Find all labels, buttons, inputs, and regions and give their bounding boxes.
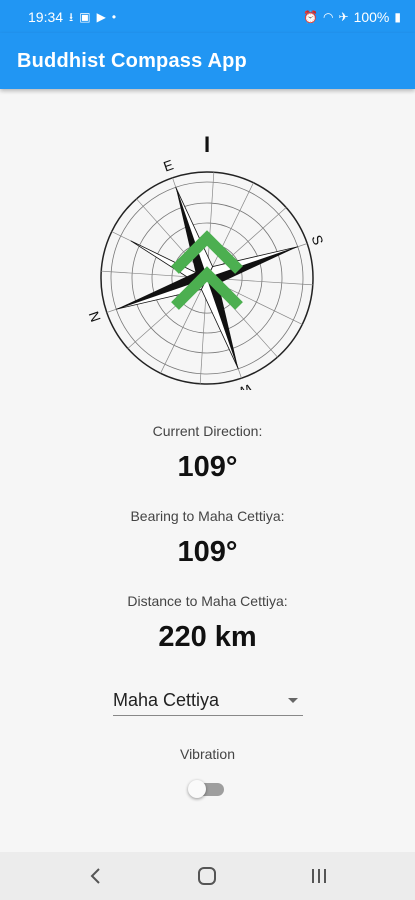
destination-dropdown[interactable]: Maha Cettiya xyxy=(113,686,303,716)
app-title: Buddhist Compass App xyxy=(17,49,247,72)
image-icon: ▣ xyxy=(79,9,91,24)
cardinal-north: N xyxy=(85,309,103,324)
distance-label: Distance to Maha Cettiya: xyxy=(127,593,288,609)
status-bar: 19:34 ⭳ ▣ ▶ • ⏰ ◠ ✈ 100% ▮ xyxy=(0,0,415,33)
toggle-thumb xyxy=(188,780,206,798)
compass-dial: N E S W xyxy=(85,156,327,390)
home-button[interactable] xyxy=(187,856,227,896)
status-right: ⏰ ◠ ✈ 100% ▮ xyxy=(303,9,401,25)
system-nav-bar xyxy=(0,852,415,900)
dropdown-arrow-icon xyxy=(288,698,298,703)
current-direction-label: Current Direction: xyxy=(152,423,263,439)
dot-icon: • xyxy=(111,9,117,24)
back-button[interactable] xyxy=(76,856,116,896)
bearing-label: Bearing to Maha Cettiya: xyxy=(130,508,285,524)
wifi-icon: ◠ xyxy=(323,9,334,24)
vibration-label: Vibration xyxy=(179,746,235,762)
status-left: 19:34 ⭳ ▣ ▶ • xyxy=(28,9,116,25)
airplane-icon: ✈ xyxy=(338,9,349,24)
usb-icon: ⭳ xyxy=(69,9,74,24)
recents-icon xyxy=(312,869,327,883)
back-icon xyxy=(90,868,100,884)
cardinal-south: S xyxy=(309,233,327,247)
app-bar: Buddhist Compass App xyxy=(0,33,415,89)
battery-icon: ▮ xyxy=(394,9,401,24)
compass-rose: I N E S xyxy=(85,132,327,390)
cardinal-east: E xyxy=(161,156,175,174)
destination-selected: Maha Cettiya xyxy=(113,690,220,710)
battery-level: 100% xyxy=(353,8,390,25)
alarm-icon: ⏰ xyxy=(303,9,319,24)
compass-top-marker: I xyxy=(204,132,210,157)
vibration-toggle[interactable] xyxy=(188,780,226,798)
current-direction-value: 109° xyxy=(177,451,238,483)
bearing-value: 109° xyxy=(177,536,238,568)
cardinal-west: W xyxy=(236,381,254,390)
distance-value: 220 km xyxy=(158,621,257,653)
status-time: 19:34 xyxy=(28,8,64,25)
home-icon xyxy=(198,867,217,885)
notification-app-icon: ▶ xyxy=(96,9,106,24)
recents-button[interactable] xyxy=(299,856,339,896)
